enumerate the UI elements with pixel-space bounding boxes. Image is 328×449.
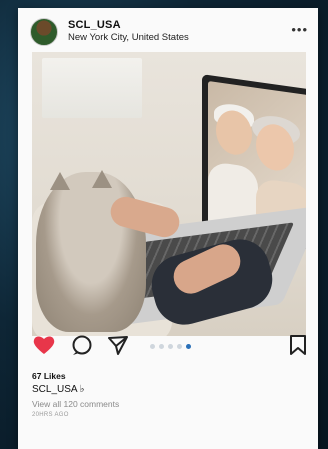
photo-cat-ear bbox=[50, 172, 70, 190]
location[interactable]: New York City, United States bbox=[68, 32, 189, 43]
photo-cat bbox=[36, 172, 146, 332]
username[interactable]: SCL_USA bbox=[68, 19, 121, 31]
more-options-icon[interactable]: ••• bbox=[291, 22, 308, 37]
view-comments-link[interactable]: View all 120 comments bbox=[32, 399, 119, 409]
comment-icon[interactable] bbox=[70, 334, 94, 361]
bookmark-icon[interactable] bbox=[288, 334, 308, 361]
instagram-post-card: SCL_USA New York City, United States ••• bbox=[18, 8, 318, 449]
caption: SCL_USA ♭ bbox=[32, 384, 85, 395]
carousel-dot[interactable] bbox=[159, 344, 164, 349]
post-actions bbox=[18, 334, 318, 364]
post-header: SCL_USA New York City, United States ••• bbox=[18, 8, 318, 52]
carousel-dot[interactable] bbox=[168, 344, 173, 349]
photo-window bbox=[42, 58, 142, 118]
likes-count[interactable]: 67 Likes bbox=[32, 371, 66, 381]
carousel-dot[interactable] bbox=[150, 344, 155, 349]
post-photo[interactable] bbox=[32, 52, 306, 336]
avatar[interactable] bbox=[30, 18, 58, 46]
share-icon[interactable] bbox=[106, 334, 130, 361]
like-heart-icon[interactable] bbox=[32, 334, 56, 361]
post-timestamp: 20HRS AGO bbox=[32, 412, 69, 418]
carousel-dot[interactable] bbox=[177, 344, 182, 349]
carousel-indicator bbox=[150, 344, 191, 349]
photo-cat-ear bbox=[92, 170, 112, 188]
carousel-dot[interactable] bbox=[186, 344, 191, 349]
